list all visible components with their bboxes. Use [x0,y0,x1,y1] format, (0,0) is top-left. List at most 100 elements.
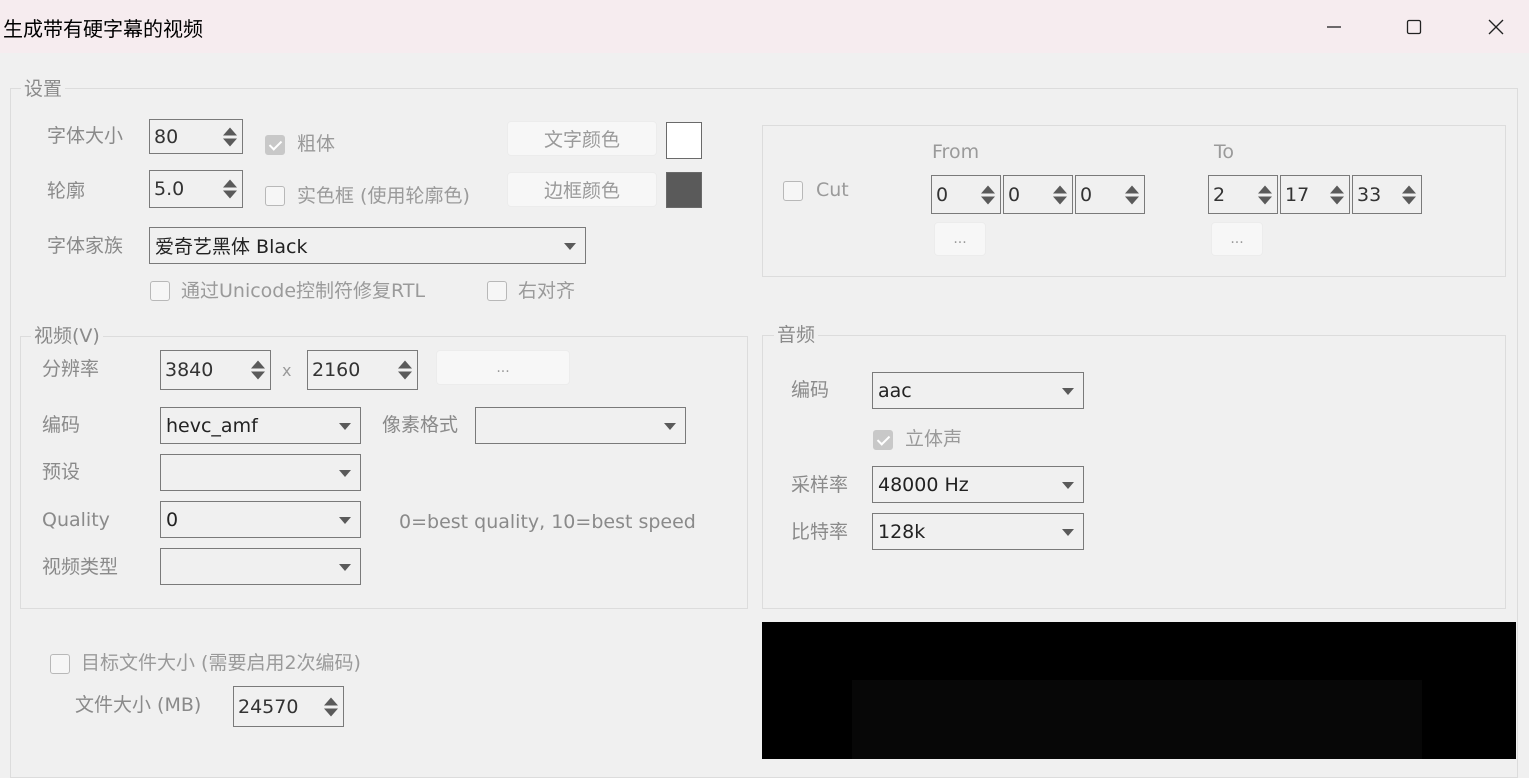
font-size-label: 字体大小 [47,125,124,147]
font-size-spinbox[interactable]: 80 [149,119,243,154]
target-size-label: 目标文件大小 (需要启用2次编码) [81,652,361,674]
cut-checkbox[interactable] [783,181,803,201]
spin-arrows-icon[interactable] [1330,185,1344,204]
to-more-button[interactable]: ... [1211,222,1263,256]
to-seconds-spinbox[interactable]: 33 [1352,175,1422,214]
outline-spinbox[interactable]: 5.0 [149,170,243,208]
right-align-checkbox[interactable] [487,281,507,301]
bold-label: 粗体 [297,133,336,155]
file-size-value: 24570 [238,695,299,718]
border-color-swatch[interactable] [666,172,702,208]
spin-arrows-icon[interactable] [223,179,237,199]
video-type-combo[interactable] [160,548,361,585]
quality-hint: 0=best quality, 10=best speed [399,511,696,533]
spin-arrows-icon[interactable] [251,360,265,380]
bitrate-combo[interactable]: 128k [872,513,1084,550]
from-seconds-value: 0 [1080,183,1093,206]
sample-rate-label: 采样率 [791,474,849,496]
to-minutes-value: 17 [1285,183,1310,206]
minimize-button[interactable] [1294,0,1374,53]
solid-box-label: 实色框 (使用轮廓色) [297,185,470,207]
audio-encoding-label: 编码 [791,379,830,401]
audio-encoding-combo[interactable]: aac [872,372,1084,409]
chevron-down-icon [339,516,351,524]
preset-label: 预设 [42,461,81,483]
to-hours-value: 2 [1213,183,1226,206]
spin-arrows-icon[interactable] [981,185,995,204]
video-preview [762,622,1516,759]
spin-arrows-icon[interactable] [1125,185,1139,204]
quality-label: Quality [42,509,110,531]
font-size-value: 80 [154,125,179,148]
from-more-button[interactable]: ... [934,222,986,256]
audio-encoding-value: aac [878,379,912,402]
chevron-down-icon [564,242,576,250]
outline-label: 轮廓 [47,180,86,202]
outline-value: 5.0 [154,178,185,200]
video-encoding-label: 编码 [42,414,81,436]
pixel-format-combo[interactable] [475,407,686,444]
stereo-label: 立体声 [905,428,963,450]
from-seconds-spinbox[interactable]: 0 [1075,175,1145,214]
minimize-icon [1327,25,1341,28]
bitrate-value: 128k [878,520,926,543]
to-seconds-value: 33 [1357,183,1382,206]
close-button[interactable] [1456,0,1529,53]
resolution-width-value: 3840 [165,359,214,381]
resolution-height-spinbox[interactable]: 2160 [307,350,418,390]
resolution-width-spinbox[interactable]: 3840 [160,350,271,390]
spin-arrows-icon[interactable] [398,360,412,380]
from-minutes-spinbox[interactable]: 0 [1003,175,1073,214]
fix-rtl-checkbox[interactable] [150,281,170,301]
spin-arrows-icon[interactable] [1258,185,1272,204]
file-size-spinbox[interactable]: 24570 [233,686,344,727]
spin-arrows-icon[interactable] [324,697,338,716]
window-title: 生成带有硬字幕的视频 [3,17,203,41]
chevron-down-icon [339,469,351,477]
from-hours-spinbox[interactable]: 0 [931,175,1001,214]
video-legend: 视频(V) [31,325,103,347]
fix-rtl-label: 通过Unicode控制符修复RTL [181,280,426,302]
file-size-label: 文件大小 (MB) [75,694,202,716]
target-size-checkbox[interactable] [50,654,70,674]
from-minutes-value: 0 [1008,183,1021,206]
video-encoding-combo[interactable]: hevc_amf [160,407,361,444]
spin-arrows-icon[interactable] [1053,185,1067,204]
font-family-combo[interactable]: 爱奇艺黑体 Black [149,227,586,264]
to-hours-spinbox[interactable]: 2 [1208,175,1278,214]
close-icon [1488,19,1504,34]
audio-legend: 音频 [774,324,819,346]
chevron-down-icon [339,563,351,571]
solid-box-checkbox[interactable] [265,186,285,206]
stereo-checkbox[interactable] [873,430,893,450]
text-color-swatch[interactable] [666,122,702,159]
text-color-button[interactable]: 文字颜色 [507,121,657,156]
resolution-separator: x [282,361,292,380]
bitrate-label: 比特率 [791,521,849,543]
to-minutes-spinbox[interactable]: 17 [1280,175,1350,214]
chevron-down-icon [1062,481,1074,489]
spin-arrows-icon[interactable] [1402,185,1416,204]
spin-arrows-icon[interactable] [223,127,237,146]
chevron-down-icon [339,422,351,430]
chevron-down-icon [1062,387,1074,395]
quality-value: 0 [166,508,179,531]
quality-combo[interactable]: 0 [160,501,361,538]
resolution-label: 分辨率 [42,358,100,380]
sample-rate-combo[interactable]: 48000 Hz [872,466,1084,503]
bold-checkbox[interactable] [265,135,285,155]
font-family-value: 爱奇艺黑体 Black [155,236,308,258]
from-label: From [932,141,980,163]
right-align-label: 右对齐 [518,280,576,302]
chevron-down-icon [1062,528,1074,536]
font-family-label: 字体家族 [47,235,124,257]
preset-combo[interactable] [160,454,361,491]
video-encoding-value: hevc_amf [166,414,258,437]
sample-rate-value: 48000 Hz [878,473,969,496]
cut-label: Cut [816,179,849,201]
resolution-height-value: 2160 [312,359,361,381]
maximize-button[interactable] [1374,0,1454,53]
border-color-button[interactable]: 边框颜色 [507,172,657,207]
resolution-more-button[interactable]: ... [436,350,570,385]
video-type-label: 视频类型 [42,556,119,578]
